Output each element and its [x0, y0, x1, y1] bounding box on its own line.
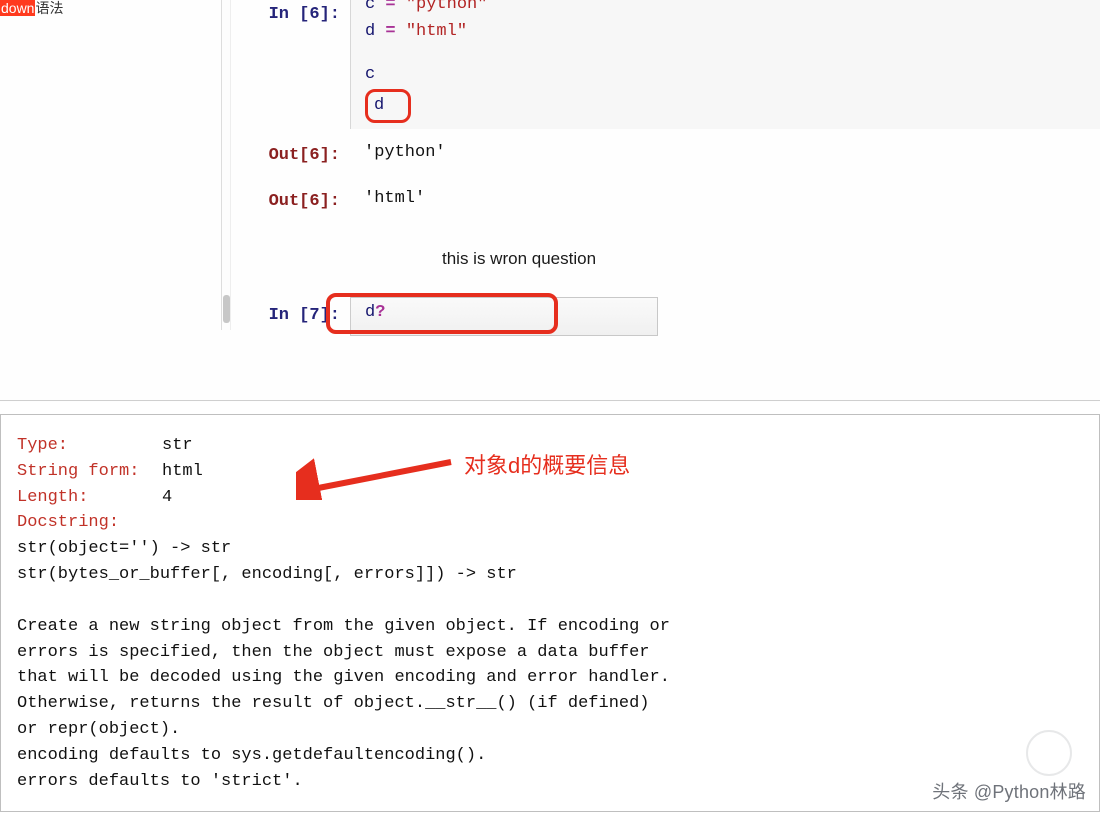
code-input[interactable]: d? — [350, 297, 658, 335]
output-value: 'html' — [350, 183, 1100, 221]
output-prompt: Out[6]: — [232, 183, 350, 221]
pager-row-length: Length: 4 — [17, 485, 1091, 511]
scrollbar[interactable] — [221, 0, 231, 330]
highlight-box-d: d — [365, 89, 411, 123]
annotation-text: 对象d的概要信息 — [464, 448, 630, 480]
input-prompt: In [6]: — [232, 0, 350, 129]
notebook-cells: In [6]: c = "python" d = "html" c d Out[… — [232, 0, 1100, 336]
watermark-icon — [1026, 730, 1072, 776]
output-prompt: Out[6]: — [232, 137, 350, 175]
output-cell-6a: Out[6]: 'python' — [232, 137, 1100, 175]
notebook-area: down语法 In [6]: c = "python" d = "html" c… — [0, 0, 1100, 402]
pager-docstring-body: str(object='') -> str str(bytes_or_buffe… — [17, 536, 1091, 794]
code-input[interactable]: c = "python" d = "html" c d — [350, 0, 1100, 129]
code-cell-7[interactable]: In [7]: d? — [232, 297, 1100, 335]
sidebar-text: 语法 — [35, 0, 63, 16]
output-value: 'python' — [350, 137, 1100, 175]
input-prompt: In [7]: — [232, 297, 350, 335]
code-cell-6[interactable]: In [6]: c = "python" d = "html" c d — [232, 0, 1100, 129]
sidebar-fragment: down语法 — [0, 0, 63, 18]
divider — [0, 400, 1100, 401]
markdown-cell[interactable]: this is wron question — [442, 245, 1100, 273]
watermark-text: 头条 @Python林路 — [932, 778, 1086, 804]
highlighted-text: down — [0, 0, 35, 16]
output-cell-6b: Out[6]: 'html' — [232, 183, 1100, 221]
pager-row-docstring: Docstring: — [17, 510, 1091, 536]
